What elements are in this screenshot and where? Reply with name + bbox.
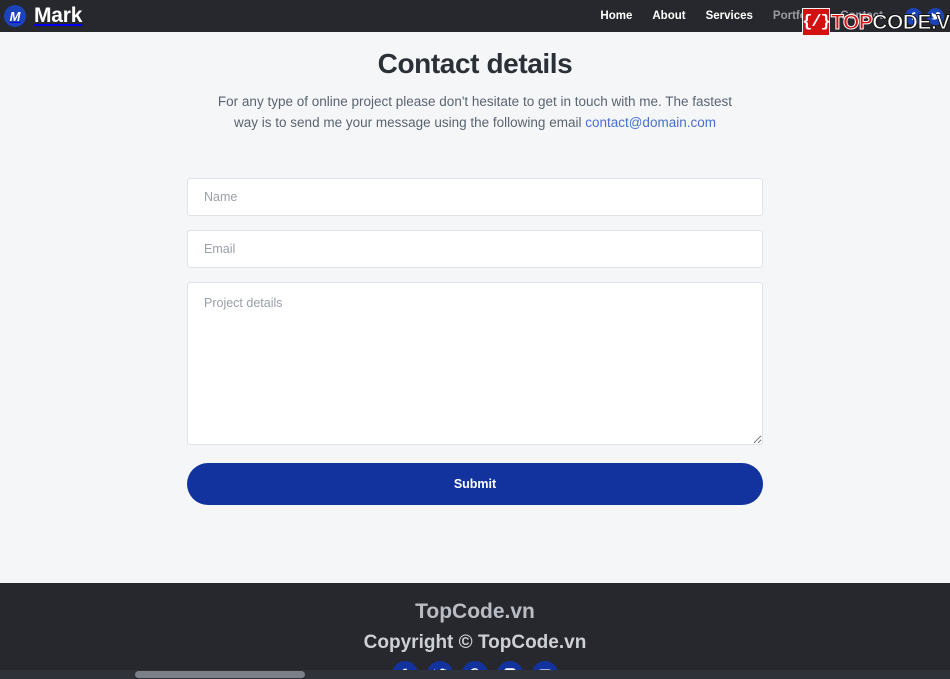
nav-item-home[interactable]: Home — [600, 10, 632, 22]
email-input[interactable] — [187, 229, 763, 268]
facebook-icon[interactable] — [905, 7, 922, 25]
contact-form: Submit — [187, 177, 763, 505]
nav-links: Home About Services Portfolio Contact — [600, 7, 950, 25]
name-input[interactable] — [187, 177, 763, 216]
project-details-textarea[interactable] — [187, 281, 763, 445]
page-description: For any type of online project please do… — [205, 92, 745, 133]
scrollbar-thumb[interactable] — [135, 671, 305, 678]
nav-item-portfolio[interactable]: Portfolio — [773, 10, 820, 22]
brand-name: Mark — [34, 4, 83, 27]
contact-email-link[interactable]: contact@domain.com — [585, 115, 716, 130]
main-content: Contact details For any type of online p… — [0, 32, 950, 583]
footer-copyright: Copyright © TopCode.vn — [363, 632, 587, 654]
top-navbar: M Mark Home About Services Portfolio Con… — [0, 0, 950, 32]
site-footer: TopCode.vn Copyright © TopCode.vn — [0, 583, 950, 679]
brand-logo-link[interactable]: M Mark — [4, 4, 82, 28]
twitter-icon[interactable] — [927, 7, 944, 25]
horizontal-scrollbar[interactable] — [0, 670, 950, 679]
brand-badge-icon: M — [4, 5, 26, 27]
nav-item-about[interactable]: About — [652, 10, 685, 22]
submit-button[interactable]: Submit — [187, 462, 763, 505]
nav-item-contact[interactable]: Contact — [840, 10, 883, 22]
page-title: Contact details — [377, 48, 573, 79]
nav-social-links — [905, 7, 944, 25]
nav-item-services[interactable]: Services — [706, 10, 753, 22]
footer-brand: TopCode.vn — [415, 600, 535, 623]
